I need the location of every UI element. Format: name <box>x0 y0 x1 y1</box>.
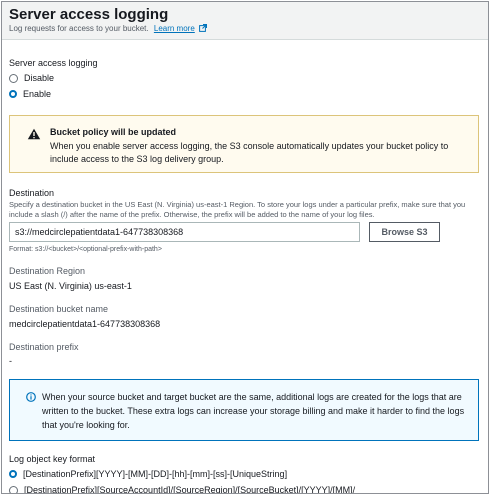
key-format-option-date[interactable]: [DestinationPrefix][YYYY]-[MM]-[DD]-[hh]… <box>9 469 287 479</box>
info-text: When your source bucket and target bucke… <box>42 392 465 430</box>
subtitle-text: Log requests for access to your bucket. <box>9 24 149 33</box>
radio-enable-circle[interactable] <box>9 90 17 98</box>
server-access-logging-panel: Server access logging Log requests for a… <box>1 1 489 494</box>
destination-input[interactable]: s3://medcirclepatientdata1-647738308368 <box>9 222 360 242</box>
radio-disable-circle[interactable] <box>9 73 18 83</box>
key-format-option-partitioned-circle[interactable] <box>9 485 18 493</box>
logging-label: Server access logging <box>9 58 98 68</box>
destination-prefix-label: Destination prefix <box>9 342 79 352</box>
page-title: Server access logging <box>9 6 169 23</box>
same-bucket-info: When your source bucket and target bucke… <box>9 379 479 441</box>
destination-format-hint: Format: s3://<bucket>/<optional-prefix-w… <box>9 246 162 253</box>
panel-header: Server access logging Log requests for a… <box>2 2 488 40</box>
panel-subtitle: Log requests for access to your bucket. … <box>9 24 208 33</box>
key-format-option-partitioned-label: [DestinationPrefix][SourceAccountId]/[So… <box>24 485 356 494</box>
destination-bucket-label: Destination bucket name <box>9 304 109 314</box>
destination-region-value: US East (N. Virginia) us-east-1 <box>9 281 132 291</box>
radio-enable[interactable]: Enable <box>9 89 51 99</box>
key-format-option-partitioned[interactable]: [DestinationPrefix][SourceAccountId]/[So… <box>9 485 356 494</box>
destination-description: Specify a destination bucket in the US E… <box>9 200 466 219</box>
radio-enable-label: Enable <box>23 89 52 99</box>
key-format-label: Log object key format <box>9 454 96 464</box>
warning-text: When you enable server access logging, t… <box>50 141 449 164</box>
destination-region-label: Destination Region <box>9 266 86 276</box>
key-format-option-date-circle[interactable] <box>9 470 17 478</box>
info-icon <box>26 392 36 402</box>
key-format-option-date-label: [DestinationPrefix][YYYY]-[MM]-[DD]-[hh]… <box>23 469 288 479</box>
radio-disable-label: Disable <box>24 73 55 83</box>
destination-prefix-value: - <box>9 356 12 366</box>
external-link-icon[interactable] <box>199 24 208 32</box>
bucket-policy-warning: Bucket policy will be updated When you e… <box>9 115 479 173</box>
destination-bucket-value: medcirclepatientdata1-647738308368 <box>9 319 161 329</box>
radio-disable[interactable]: Disable <box>9 73 54 83</box>
learn-more-link[interactable]: Learn more <box>154 24 195 33</box>
warning-title: Bucket policy will be updated <box>50 127 177 137</box>
destination-label: Destination <box>9 188 55 198</box>
warning-icon <box>27 128 41 140</box>
browse-s3-button[interactable]: Browse S3 <box>369 222 440 242</box>
